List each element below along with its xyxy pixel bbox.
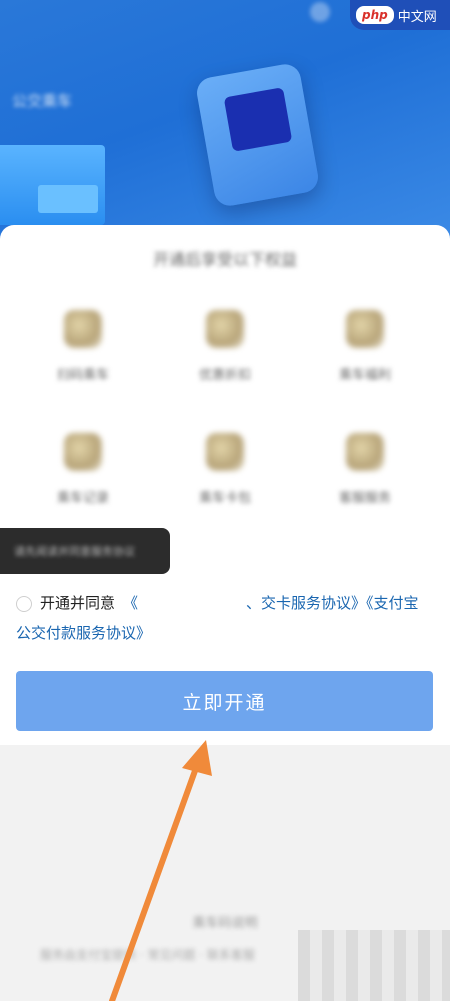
ticket-icon — [64, 433, 102, 471]
link1-start: 《 — [123, 594, 139, 612]
coin-icon — [206, 310, 244, 348]
agreement-tooltip: 请先阅读并同意服务协议 — [0, 528, 170, 574]
hero-banner: 公交乘车 — [0, 0, 450, 240]
feature-item[interactable]: 乘车福利 — [310, 310, 420, 383]
feature-item[interactable]: 扫码乘车 — [28, 310, 138, 383]
feature-label: 客服服务 — [338, 491, 391, 506]
hero-promo-tile-button — [38, 185, 98, 213]
service-icon — [346, 433, 384, 471]
watermark-badge: php — [356, 6, 394, 24]
redaction-mask — [148, 594, 232, 614]
feature-item[interactable]: 乘车记录 — [28, 433, 138, 506]
activate-now-button[interactable]: 立即开通 — [16, 671, 433, 731]
hero-label: 公交乘车 — [12, 92, 73, 110]
gift-icon — [346, 310, 384, 348]
feature-item[interactable]: 乘车卡包 — [170, 433, 280, 506]
bus-card-icon — [64, 310, 102, 348]
footer-links[interactable]: 服务由支付宝提供 · 常见问题 · 联系客服 — [40, 946, 255, 963]
watermark-text: 中文网 — [397, 9, 437, 25]
feature-label: 乘车记录 — [56, 491, 109, 506]
hero-phone-screen — [223, 87, 293, 152]
feature-label: 扫码乘车 — [56, 368, 109, 383]
agree-checkbox[interactable] — [16, 596, 32, 612]
agree-prefix: 开通并同意 — [40, 594, 116, 612]
settings-icon[interactable] — [310, 2, 330, 22]
wallet-icon — [206, 433, 244, 471]
watermark: php 中文网 — [350, 0, 450, 30]
link1-tail: 《支付宝 — [366, 594, 419, 612]
mosaic-overlay — [298, 930, 450, 1001]
feature-item[interactable]: 优惠折扣 — [170, 310, 280, 383]
feature-item[interactable]: 客服服务 — [310, 433, 420, 506]
alipay-transit-agreement-link[interactable]: 公交付款服务协议》 — [16, 622, 151, 643]
feature-label: 乘车福利 — [338, 368, 391, 383]
feature-label: 优惠折扣 — [198, 368, 251, 383]
footer-link[interactable]: 乘车码说明 — [0, 912, 450, 931]
tooltip-text: 请先阅读并同意服务协议 — [14, 545, 135, 558]
link1-end: 、交卡服务协议》 — [246, 594, 367, 612]
feature-label: 乘车卡包 — [198, 491, 251, 506]
card-title: 开通后享受以下权益 — [152, 250, 297, 269]
